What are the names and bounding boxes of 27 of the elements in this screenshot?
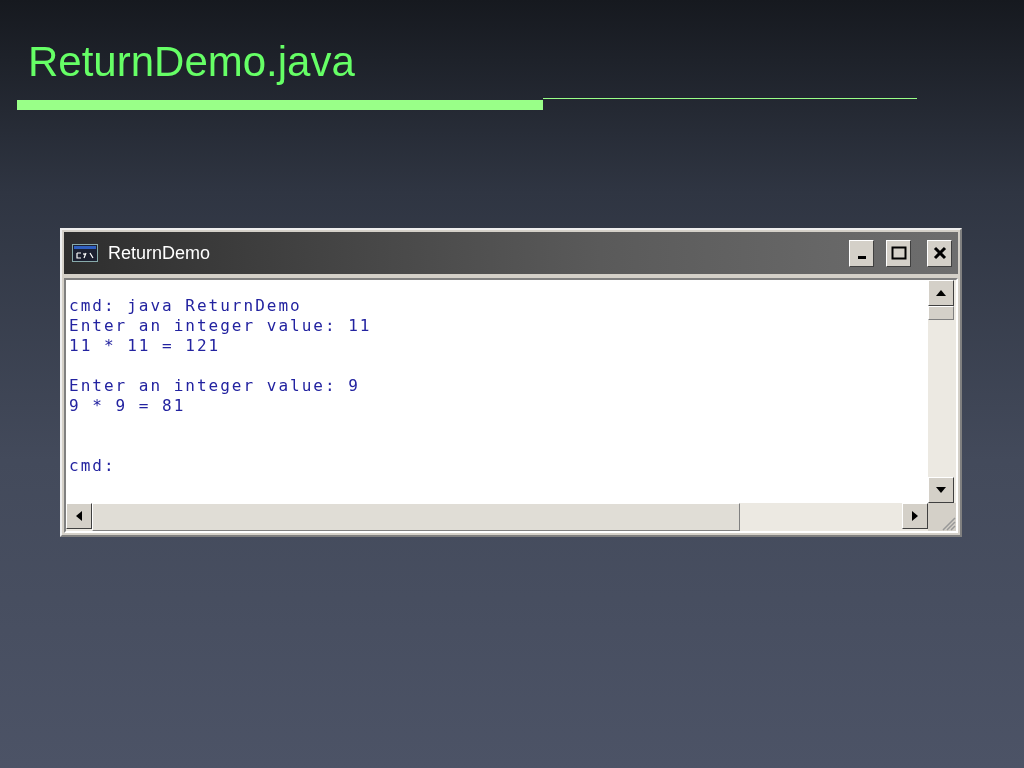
right-arrow-icon — [912, 511, 918, 521]
console-line: cmd: java ReturnDemo — [69, 296, 302, 316]
minimize-icon — [857, 256, 866, 259]
vertical-scrollbar[interactable] — [928, 280, 956, 503]
console-line: Enter an integer value: 9 — [69, 376, 360, 396]
console-line: 9 * 9 = 81 — [69, 396, 186, 416]
scroll-up-button[interactable] — [928, 280, 954, 306]
maximize-button[interactable] — [886, 239, 911, 267]
scroll-thumb[interactable] — [928, 306, 954, 320]
maximize-icon — [890, 245, 907, 261]
slide-title: ReturnDemo.java — [28, 37, 355, 87]
left-arrow-icon — [76, 511, 82, 521]
close-icon — [932, 246, 947, 260]
console-line: cmd: — [69, 456, 116, 476]
down-arrow-icon — [936, 487, 946, 493]
window-title: ReturnDemo — [108, 242, 212, 264]
console-icon — [72, 244, 98, 262]
horizontal-scrollbar[interactable] — [66, 503, 928, 531]
minimize-button[interactable] — [849, 239, 874, 267]
console-line: 11 * 11 = 121 — [69, 336, 221, 356]
up-arrow-icon — [936, 290, 946, 296]
close-button[interactable] — [927, 239, 952, 267]
scroll-right-button[interactable] — [902, 503, 928, 529]
console-line: Enter an integer value: 11 — [69, 316, 372, 336]
scroll-thumb[interactable] — [92, 503, 740, 531]
scroll-left-button[interactable] — [66, 503, 92, 529]
scroll-down-button[interactable] — [928, 477, 954, 503]
